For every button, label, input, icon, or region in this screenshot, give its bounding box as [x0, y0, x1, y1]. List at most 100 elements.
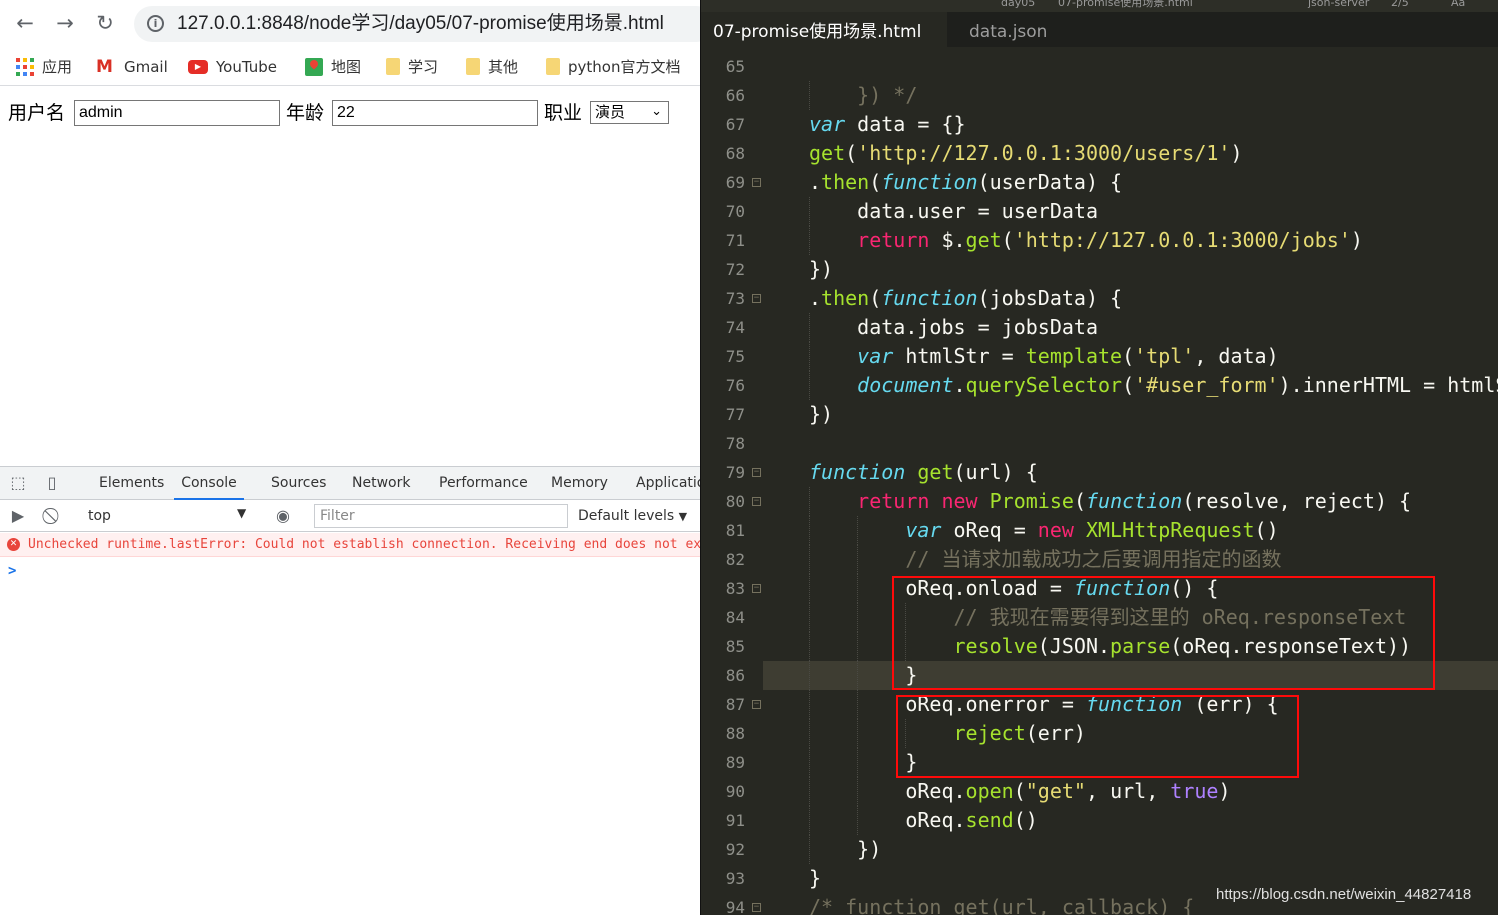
- code-token: document: [809, 373, 954, 397]
- code-line[interactable]: var htmlStr = template('tpl', data): [809, 342, 1278, 371]
- tab-elements[interactable]: Elements: [99, 467, 164, 500]
- tab-memory[interactable]: Memory: [551, 467, 608, 500]
- bookmark-folder-other[interactable]: 其他: [466, 56, 518, 78]
- code-line[interactable]: data.jobs = jobsData: [809, 313, 1098, 342]
- code-token: (userData) {: [977, 170, 1123, 194]
- code-line[interactable]: var data = {}: [809, 110, 966, 139]
- code-line[interactable]: // 当请求加载成功之后要调用指定的函数: [809, 545, 1281, 574]
- code-line[interactable]: }: [809, 864, 821, 893]
- log-levels-dropdown[interactable]: Default levels ▼: [578, 506, 687, 527]
- code-token: template: [1025, 344, 1123, 368]
- bookmark-apps[interactable]: 应用: [16, 56, 72, 78]
- line-number: 93: [725, 869, 745, 888]
- indent-guide: [809, 487, 810, 516]
- console-prompt[interactable]: >: [8, 562, 16, 580]
- code-line[interactable]: var oReq = new XMLHttpRequest(): [809, 516, 1278, 545]
- device-toolbar-icon[interactable]: ▯: [42, 473, 62, 493]
- line-number: 69: [725, 173, 745, 192]
- chevron-down-icon: ⌄: [651, 104, 662, 119]
- indent-guide: [809, 197, 810, 226]
- tab-network[interactable]: Network: [352, 467, 410, 500]
- code-token: then: [821, 170, 870, 194]
- code-line[interactable]: }) */: [809, 81, 917, 110]
- bookmark-folder-study[interactable]: 学习: [386, 56, 438, 78]
- line-number: 67: [725, 115, 745, 134]
- fold-toggle-icon[interactable]: −: [752, 903, 761, 912]
- indent-guide: [809, 81, 810, 110]
- code-line[interactable]: }): [809, 835, 881, 864]
- arrow-left-icon: ←: [16, 11, 34, 35]
- code-line[interactable]: /* function get(url, callback) {: [809, 893, 1194, 915]
- code-token: return: [809, 489, 930, 513]
- code-line[interactable]: .then(function(jobsData) {: [809, 284, 1122, 313]
- devtools-tab-bar: ⬚ ▯ Elements Console Sources Network Per…: [0, 467, 700, 500]
- bookmark-youtube[interactable]: ▶ YouTube: [188, 56, 277, 78]
- folder-icon: [386, 58, 400, 75]
- bookmark-folder-python[interactable]: python官方文档: [546, 56, 680, 78]
- code-token: (url) {: [953, 460, 1038, 484]
- code-token: function: [881, 170, 978, 194]
- fold-toggle-icon[interactable]: −: [752, 294, 761, 303]
- fold-toggle-icon[interactable]: −: [752, 178, 761, 187]
- indent-guide: [857, 574, 859, 603]
- job-select[interactable]: 演员 ⌄: [590, 101, 669, 124]
- code-line[interactable]: }): [809, 255, 833, 284]
- code-token: (resolve, reject) {: [1182, 489, 1412, 513]
- code-line[interactable]: function get(url) {: [809, 458, 1038, 487]
- indent-guide: [809, 748, 810, 777]
- sidebar-toggle-icon[interactable]: ▶: [8, 506, 28, 526]
- line-number: 90: [725, 782, 745, 801]
- indent-guide: [857, 777, 859, 806]
- clear-console-icon[interactable]: ⃠: [44, 506, 64, 526]
- code-line[interactable]: return new Promise(function(resolve, rej…: [809, 487, 1411, 516]
- indent-guide: [857, 545, 859, 574]
- info-icon[interactable]: i: [147, 15, 164, 32]
- code-token: return: [809, 228, 930, 252]
- indent-guide: [809, 313, 810, 342]
- fold-toggle-icon[interactable]: −: [752, 468, 761, 477]
- indent-guide: [809, 661, 810, 690]
- code-line[interactable]: document.querySelector('#user_form').inn…: [809, 371, 1498, 400]
- bookmark-gmail[interactable]: M Gmail: [96, 56, 168, 78]
- bookmark-maps[interactable]: 地图: [305, 56, 361, 78]
- top-strip-count: 2/5: [1391, 0, 1409, 9]
- code-token: // 当请求加载成功之后要调用指定的函数: [809, 547, 1282, 571]
- code-line[interactable]: .then(function(userData) {: [809, 168, 1122, 197]
- eye-icon[interactable]: ◉: [273, 506, 293, 526]
- fold-toggle-icon[interactable]: −: [752, 584, 761, 593]
- omnibox[interactable]: i 127.0.0.1:8848/node学习/day05/07-promise…: [134, 6, 700, 42]
- username-input[interactable]: admin: [74, 100, 280, 126]
- age-input[interactable]: 22: [332, 100, 538, 126]
- code-token: }): [809, 402, 834, 426]
- dropdown-arrow-icon[interactable]: ▼: [237, 506, 246, 520]
- code-line[interactable]: }): [809, 400, 833, 429]
- context-selector[interactable]: top: [88, 506, 111, 526]
- back-button[interactable]: ←: [12, 10, 38, 36]
- code-line[interactable]: get('http://127.0.0.1:3000/users/1'): [809, 139, 1243, 168]
- line-number: 71: [725, 231, 745, 250]
- url-text[interactable]: 127.0.0.1:8848/node学习/day05/07-promise使用…: [177, 12, 664, 36]
- code-line[interactable]: oReq.open("get", url, true): [809, 777, 1230, 806]
- code-token: '#user_form': [1134, 373, 1279, 397]
- code-line[interactable]: data.user = userData: [809, 197, 1098, 226]
- indent-guide: [809, 777, 810, 806]
- tab-console[interactable]: Console: [174, 467, 244, 500]
- tab-performance[interactable]: Performance: [439, 467, 528, 500]
- code-token: .: [809, 170, 822, 194]
- editor-tab-html[interactable]: 07-promise使用场景.html: [701, 12, 947, 47]
- fold-toggle-icon[interactable]: −: [752, 700, 761, 709]
- code-line[interactable]: return $.get('http://127.0.0.1:3000/jobs…: [809, 226, 1363, 255]
- code-line[interactable]: oReq.send(): [809, 806, 1037, 835]
- filter-input[interactable]: Filter: [314, 504, 568, 528]
- apps-grid-icon: [16, 58, 34, 76]
- forward-button[interactable]: →: [52, 10, 78, 36]
- dropdown-arrow-icon: ▼: [678, 510, 688, 523]
- code-token: }) */: [809, 83, 918, 107]
- reload-button[interactable]: ↻: [92, 10, 118, 36]
- fold-toggle-icon[interactable]: −: [752, 497, 761, 506]
- inspect-element-icon[interactable]: ⬚: [8, 473, 28, 493]
- tab-sources[interactable]: Sources: [271, 467, 326, 500]
- tab-application[interactable]: Applicatio: [636, 467, 700, 500]
- editor-tab-json[interactable]: data.json: [957, 12, 1059, 47]
